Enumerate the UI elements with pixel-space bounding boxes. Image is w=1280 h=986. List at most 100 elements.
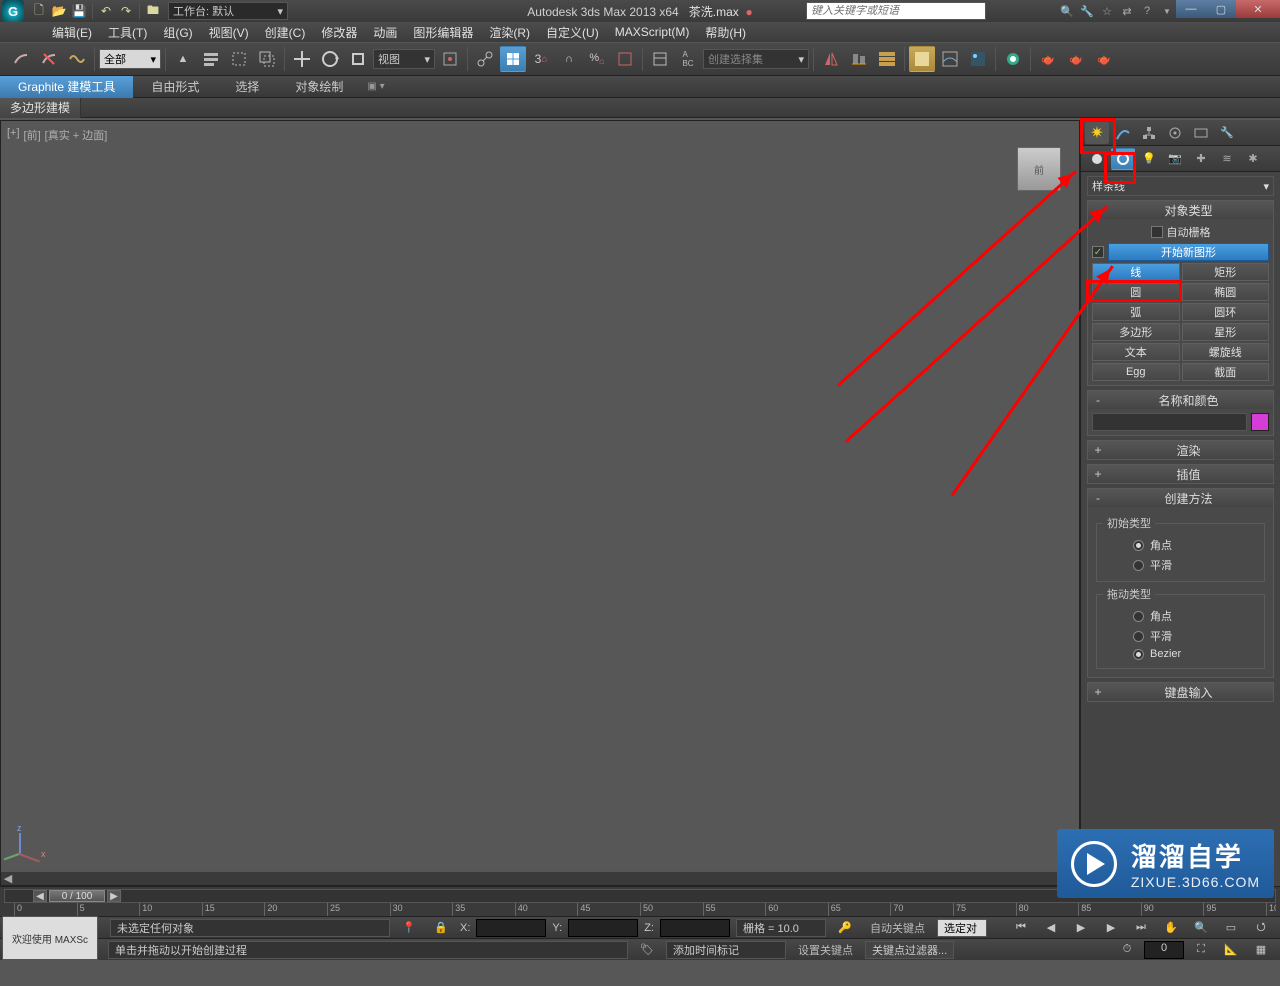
- snap-toggle-icon[interactable]: [500, 46, 526, 72]
- star-icon[interactable]: ☆: [1098, 2, 1116, 20]
- lock-selection-icon[interactable]: 📍: [396, 915, 422, 941]
- utilities-tab-icon[interactable]: 🔧: [1215, 122, 1239, 144]
- shapes-icon[interactable]: [1111, 148, 1135, 170]
- app-icon[interactable]: G: [2, 0, 24, 22]
- rotate-icon[interactable]: [317, 46, 343, 72]
- time-next-icon[interactable]: ▶: [107, 890, 121, 902]
- redo-icon[interactable]: ↷: [117, 2, 135, 20]
- shape-donut-button[interactable]: 圆环: [1182, 303, 1270, 321]
- nav-max-toggle-icon[interactable]: ▦: [1248, 937, 1274, 963]
- select-object-icon[interactable]: ▲: [170, 46, 196, 72]
- shape-arc-button[interactable]: 弧: [1092, 303, 1180, 321]
- display-tab-icon[interactable]: [1189, 122, 1213, 144]
- menu-edit[interactable]: 编辑(E): [46, 24, 98, 41]
- menu-customize[interactable]: 自定义(U): [540, 24, 605, 41]
- close-button[interactable]: ✕: [1236, 0, 1280, 18]
- drag-corner-radio[interactable]: [1133, 611, 1144, 622]
- cameras-icon[interactable]: 📷: [1163, 148, 1187, 170]
- link-set-icon[interactable]: 🖿: [144, 2, 162, 20]
- shape-text-button[interactable]: 文本: [1092, 343, 1180, 361]
- rollout-header-creation-method[interactable]: -创建方法: [1088, 489, 1273, 507]
- menu-tools[interactable]: 工具(T): [102, 24, 153, 41]
- manipulate-icon[interactable]: [472, 46, 498, 72]
- shape-section-button[interactable]: 截面: [1182, 363, 1270, 381]
- shape-star-button[interactable]: 星形: [1182, 323, 1270, 341]
- named-sel-edit-icon[interactable]: [647, 46, 673, 72]
- goto-start-icon[interactable]: ⏮: [1008, 915, 1034, 941]
- object-color-swatch[interactable]: [1251, 413, 1269, 431]
- open-icon[interactable]: 📂: [50, 2, 68, 20]
- tab-graphite[interactable]: Graphite 建模工具: [0, 76, 133, 98]
- scale-icon[interactable]: [345, 46, 371, 72]
- mirror-icon[interactable]: [818, 46, 844, 72]
- shape-rectangle-button[interactable]: 矩形: [1182, 263, 1270, 281]
- viewport-h-scrollbar[interactable]: ◀ ▶: [1, 871, 1079, 885]
- x-field[interactable]: [476, 919, 546, 937]
- render-setup-icon[interactable]: [1000, 46, 1026, 72]
- key-filters-button[interactable]: 关键点过滤器...: [865, 941, 954, 959]
- move-icon[interactable]: [289, 46, 315, 72]
- time-tag-icon[interactable]: 🏷: [634, 937, 660, 963]
- panel-poly-modeling[interactable]: 多边形建模: [0, 98, 81, 118]
- spacewarps-icon[interactable]: ≋: [1215, 148, 1239, 170]
- z-field[interactable]: [660, 919, 730, 937]
- teapot2-icon[interactable]: 🫖: [1063, 46, 1089, 72]
- time-slider-knob[interactable]: 0 / 100: [49, 890, 105, 902]
- named-selection-dropdown[interactable]: 创建选择集▾: [703, 49, 809, 69]
- autogrid-checkbox[interactable]: [1151, 226, 1163, 238]
- time-config-icon[interactable]: ⏱: [1114, 937, 1140, 963]
- hierarchy-tab-icon[interactable]: [1137, 122, 1161, 144]
- layer-manager-icon[interactable]: [874, 46, 900, 72]
- create-tab-icon[interactable]: ✷: [1085, 122, 1109, 144]
- exchange-icon[interactable]: ⇄: [1118, 2, 1136, 20]
- menu-help[interactable]: 帮助(H): [699, 24, 752, 41]
- tab-selection[interactable]: 选择: [217, 76, 277, 98]
- prev-frame-icon[interactable]: ◀: [1038, 915, 1064, 941]
- wrench-icon[interactable]: 🔧: [1078, 2, 1096, 20]
- menu-create[interactable]: 创建(C): [259, 24, 312, 41]
- start-shape-checkbox[interactable]: ✓: [1092, 246, 1104, 258]
- viewcube[interactable]: 前: [1009, 139, 1069, 199]
- viewcube-face[interactable]: 前: [1017, 147, 1061, 191]
- drag-smooth-radio[interactable]: [1133, 631, 1144, 642]
- angle-snap-icon[interactable]: 3⌂: [528, 46, 554, 72]
- maximize-button[interactable]: ▢: [1206, 0, 1236, 18]
- create-subcategory-dropdown[interactable]: 样条线▾: [1087, 176, 1274, 196]
- undo-icon[interactable]: ↶: [97, 2, 115, 20]
- edged-faces-icon[interactable]: [612, 46, 638, 72]
- selection-set-field[interactable]: 选定对: [937, 919, 987, 937]
- menu-views[interactable]: 视图(V): [203, 24, 255, 41]
- link-icon[interactable]: [8, 46, 34, 72]
- geometry-icon[interactable]: [1085, 148, 1109, 170]
- y-field[interactable]: [568, 919, 638, 937]
- shape-ellipse-button[interactable]: 椭圆: [1182, 283, 1270, 301]
- align-icon[interactable]: [846, 46, 872, 72]
- menu-group[interactable]: 组(G): [157, 24, 198, 41]
- ref-coord-dropdown[interactable]: 视图▾: [373, 49, 435, 69]
- menu-maxscript[interactable]: MAXScript(M): [609, 25, 696, 39]
- initial-smooth-radio[interactable]: [1133, 560, 1144, 571]
- teapot3-icon[interactable]: 🫖: [1091, 46, 1117, 72]
- save-icon[interactable]: 💾: [70, 2, 88, 20]
- selection-filter-dropdown[interactable]: 全部▾: [99, 49, 161, 69]
- help-search[interactable]: [806, 2, 986, 20]
- nav-zoom-extents-icon[interactable]: ⛶: [1188, 937, 1214, 963]
- abc-icon[interactable]: ABC: [675, 46, 701, 72]
- pivot-center-icon[interactable]: [437, 46, 463, 72]
- modify-tab-icon[interactable]: [1111, 122, 1135, 144]
- lights-icon[interactable]: 💡: [1137, 148, 1161, 170]
- window-crossing-icon[interactable]: [254, 46, 280, 72]
- systems-icon[interactable]: ✱: [1241, 148, 1265, 170]
- tab-object-paint[interactable]: 对象绘制: [277, 76, 361, 98]
- chevron-down-icon[interactable]: ▼: [1158, 2, 1176, 20]
- rollout-header-keyboard-entry[interactable]: +键盘输入: [1088, 683, 1273, 701]
- nav-fov-icon[interactable]: 📐: [1218, 937, 1244, 963]
- select-by-name-icon[interactable]: [198, 46, 224, 72]
- percent-snap-icon[interactable]: ∩: [556, 46, 582, 72]
- viewport[interactable]: [+] [前] [真实 + 边面] 前 z x ◀ ▶: [0, 120, 1080, 886]
- rollout-header-render[interactable]: +渲染: [1088, 441, 1273, 459]
- spinner-snap-icon[interactable]: %⌂: [584, 46, 610, 72]
- key-icon[interactable]: 🔑: [832, 915, 858, 941]
- menu-animation[interactable]: 动画: [367, 24, 403, 41]
- time-prev-icon[interactable]: ◀: [33, 890, 47, 902]
